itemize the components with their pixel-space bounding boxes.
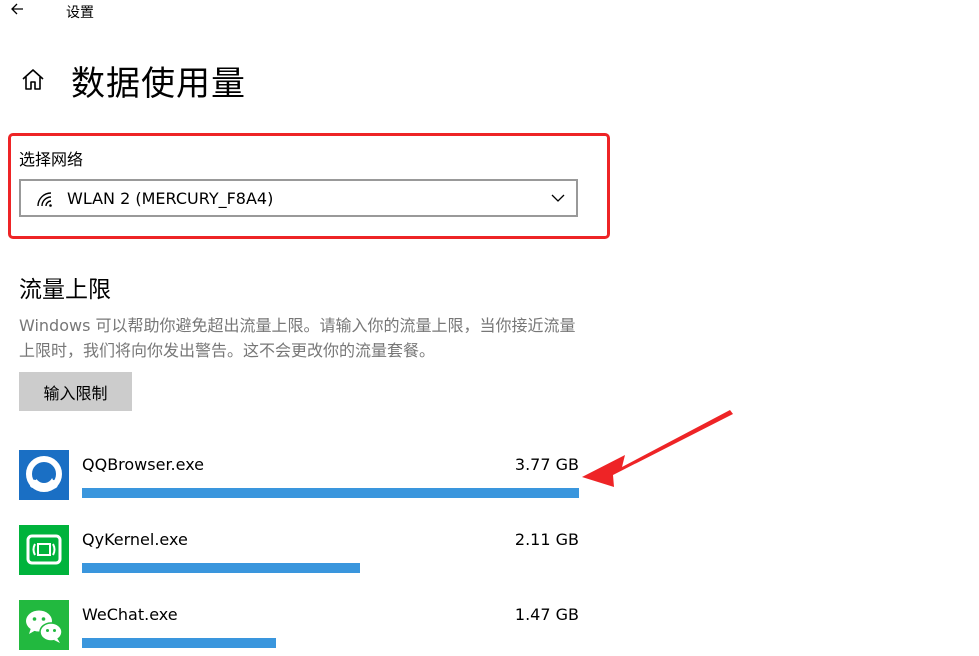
back-arrow-icon	[11, 3, 23, 15]
annotation-arrow-icon	[582, 410, 733, 487]
data-limit-heading: 流量上限	[19, 277, 111, 303]
home-button[interactable]	[20, 67, 46, 93]
wifi-icon	[37, 192, 52, 207]
network-dropdown[interactable]: WLAN 2 (MERCURY_F8A4)	[19, 179, 578, 217]
chevron-down-icon	[551, 194, 565, 202]
usage-bar	[82, 638, 579, 648]
usage-bar	[82, 563, 579, 573]
app-name: QyKernel.exe	[82, 530, 188, 549]
app-usage-row[interactable]: QQBrowser.exe 3.77 GB	[19, 450, 579, 506]
home-icon	[22, 69, 44, 90]
app-name: WeChat.exe	[82, 605, 178, 624]
app-usage-row[interactable]: WeChat.exe 1.47 GB	[19, 600, 579, 656]
app-name: QQBrowser.exe	[82, 455, 205, 474]
wechat-icon	[19, 600, 69, 650]
usage-bar	[82, 488, 579, 498]
usage-bar-fill	[82, 488, 579, 498]
enter-limit-button[interactable]: 输入限制	[19, 372, 132, 411]
network-selected-value: WLAN 2 (MERCURY_F8A4)	[67, 189, 274, 208]
data-limit-description: Windows 可以帮助你避免超出流量上限。请输入你的流量上限，当你接近流量上限…	[19, 316, 576, 360]
network-select-label: 选择网络	[19, 150, 84, 169]
qqbrowser-icon	[19, 450, 69, 500]
window-title: 设置	[66, 5, 94, 21]
back-button[interactable]	[6, 0, 32, 20]
page-title: 数据使用量	[71, 64, 246, 104]
usage-bar-fill	[82, 563, 361, 573]
qykernel-icon	[19, 525, 69, 575]
usage-bar-fill	[82, 638, 276, 648]
app-data-size: 1.47 GB	[514, 605, 579, 624]
app-usage-row[interactable]: QyKernel.exe 2.11 GB	[19, 525, 579, 581]
app-data-size: 2.11 GB	[514, 530, 579, 549]
